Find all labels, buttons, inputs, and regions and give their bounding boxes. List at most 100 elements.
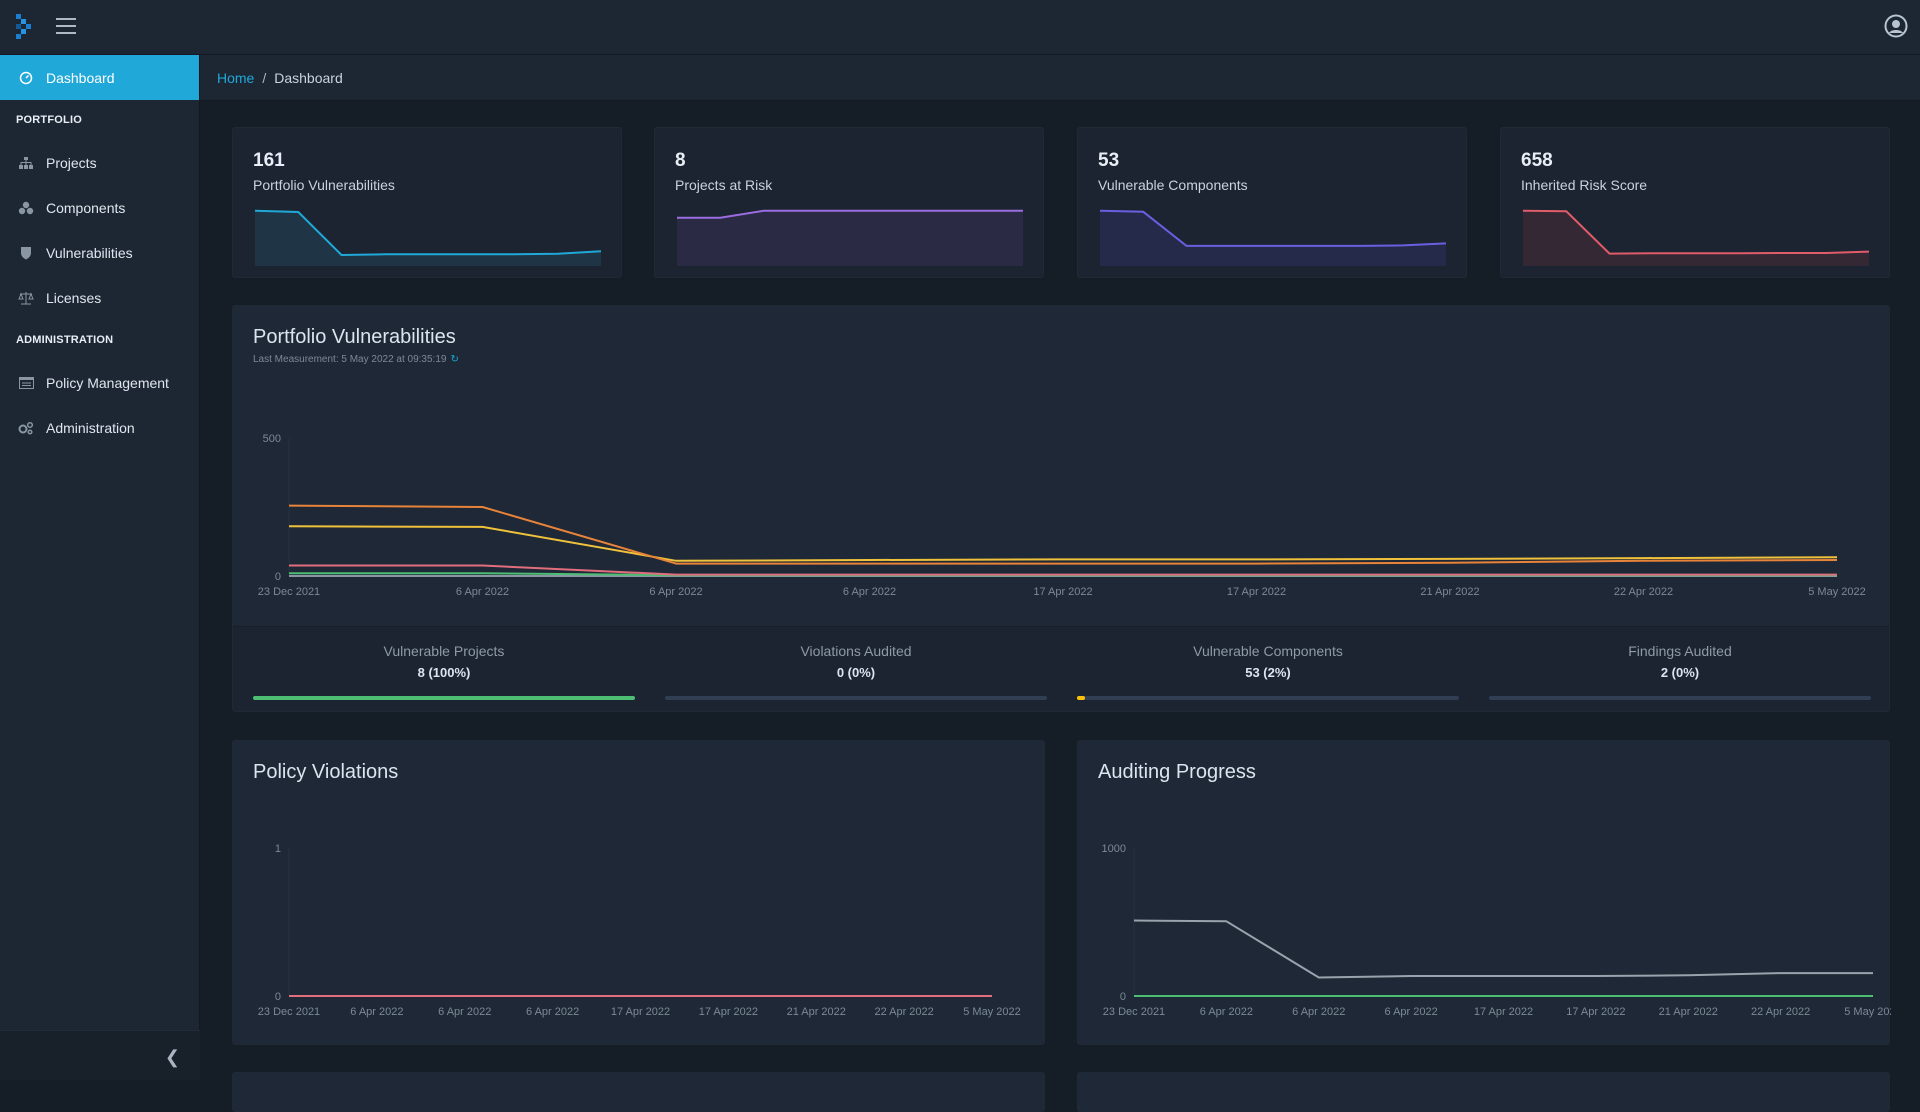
cubes-icon bbox=[18, 200, 34, 216]
y-tick-label: 1000 bbox=[1102, 843, 1126, 855]
panel-title: Portfolio Vulnerabilities bbox=[253, 326, 456, 348]
breadcrumb-separator: / bbox=[262, 69, 267, 86]
portfolio-vulnerabilities-panel: Portfolio Vulnerabilities Last Measureme… bbox=[232, 305, 1890, 712]
x-tick-label: 6 Apr 2022 bbox=[1292, 1006, 1345, 1018]
sidebar-item-components[interactable]: Components bbox=[0, 185, 199, 230]
stat-label: Findings Audited bbox=[1628, 643, 1732, 659]
x-tick-label: 5 May 2022 bbox=[1808, 586, 1865, 598]
x-tick-label: 21 Apr 2022 bbox=[1659, 1006, 1718, 1018]
shield-icon bbox=[18, 245, 34, 261]
kpi-label: Projects at Risk bbox=[675, 177, 773, 193]
kpi-sparkline bbox=[677, 209, 1023, 266]
y-tick-label: 500 bbox=[263, 433, 281, 445]
x-tick-label: 22 Apr 2022 bbox=[874, 1006, 933, 1018]
sidebar-item-vulnerabilities[interactable]: Vulnerabilities bbox=[0, 230, 199, 275]
breadcrumb: Home / Dashboard bbox=[200, 55, 1920, 101]
sidebar-item-label: Policy Management bbox=[46, 374, 169, 391]
breadcrumb-current: Dashboard bbox=[274, 69, 343, 86]
stat-value: 8 (100%) bbox=[417, 665, 471, 680]
kpi-card-inherited-risk-score: 658 Inherited Risk Score bbox=[1500, 127, 1890, 278]
sidebar-item-label: Licenses bbox=[46, 289, 102, 306]
x-tick-label: 17 Apr 2022 bbox=[1033, 586, 1092, 598]
x-tick-label: 5 May 2022 bbox=[1844, 1006, 1891, 1018]
sidebar-section-portfolio: PORTFOLIO bbox=[16, 114, 82, 126]
y-tick-label: 0 bbox=[275, 991, 281, 1003]
portfolio-vulnerabilities-chart: 0 500 23 Dec 2021 6 Apr 2022 6 Apr 2022 6 Apr… bbox=[258, 433, 1866, 598]
progress-fill bbox=[253, 696, 635, 700]
x-tick-label: 22 Apr 2022 bbox=[1614, 586, 1673, 598]
x-tick-label: 6 Apr 2022 bbox=[456, 586, 509, 598]
progress-fill bbox=[1077, 696, 1085, 700]
stat-value: 53 (2%) bbox=[1245, 665, 1291, 680]
auditing-progress-chart: 0 1000 23 Dec 2021 6 Apr 2022 6 Apr 2022 6 Ap… bbox=[1102, 843, 1891, 1018]
stat-label: Vulnerable Components bbox=[1193, 643, 1343, 659]
kpi-card-projects-at-risk: 8 Projects at Risk bbox=[654, 127, 1044, 278]
stat-value: 0 (0%) bbox=[836, 665, 876, 680]
stat-label: Violations Audited bbox=[800, 643, 912, 659]
x-tick-label: 5 May 2022 bbox=[963, 1006, 1020, 1018]
sidebar-item-licenses[interactable]: Licenses bbox=[0, 275, 199, 320]
stat-progress-bar bbox=[253, 696, 635, 700]
stat-progress-bar bbox=[665, 696, 1047, 700]
refresh-icon[interactable]: ↻ bbox=[450, 354, 458, 365]
stat-findings-audited: Findings Audited 2 (0%) bbox=[1489, 627, 1871, 700]
sidebar-item-label: Projects bbox=[46, 154, 97, 171]
x-tick-label: 17 Apr 2022 bbox=[1566, 1006, 1625, 1018]
stat-violations-audited: Violations Audited 0 (0%) bbox=[665, 627, 1047, 700]
last-measurement-text: Last Measurement: 5 May 2022 at 09:35:19 bbox=[253, 354, 447, 365]
stat-vulnerable-projects: Vulnerable Projects 8 (100%) bbox=[253, 627, 635, 700]
x-tick-label: 6 Apr 2022 bbox=[350, 1006, 403, 1018]
x-tick-label: 6 Apr 2022 bbox=[526, 1006, 579, 1018]
x-tick-label: 6 Apr 2022 bbox=[1200, 1006, 1253, 1018]
stat-progress-bar bbox=[1489, 696, 1871, 700]
sidebar-item-projects[interactable]: Projects bbox=[0, 140, 199, 185]
policy-violations-chart: 0 1 23 Dec 2021 6 Apr 2022 6 Apr 2022 6 Apr 2… bbox=[258, 843, 1021, 1018]
stat-label: Vulnerable Projects bbox=[383, 643, 505, 659]
summary-stats: Vulnerable Projects 8 (100%) Violations … bbox=[233, 626, 1889, 711]
x-tick-label: 6 Apr 2022 bbox=[843, 586, 896, 598]
y-tick-label: 0 bbox=[1120, 991, 1126, 1003]
panel-title: Auditing Progress bbox=[1098, 761, 1256, 783]
sidebar-item-policy-management[interactable]: Policy Management bbox=[0, 360, 199, 405]
kpi-label: Vulnerable Components bbox=[1098, 177, 1248, 193]
panel-title: Policy Violations bbox=[253, 761, 399, 783]
top-navbar bbox=[0, 0, 1920, 55]
x-tick-label: 17 Apr 2022 bbox=[699, 1006, 758, 1018]
x-tick-label: 17 Apr 2022 bbox=[1474, 1006, 1533, 1018]
sidebar-section-administration: ADMINISTRATION bbox=[16, 334, 114, 346]
x-tick-label: 21 Apr 2022 bbox=[787, 1006, 846, 1018]
sidebar-item-dashboard[interactable]: Dashboard bbox=[0, 55, 199, 100]
kpi-sparkline bbox=[1523, 209, 1869, 266]
dependency-track-logo[interactable] bbox=[14, 14, 36, 40]
sidebar: Dashboard PORTFOLIO Projects Components … bbox=[0, 55, 200, 1080]
y-tick-label: 0 bbox=[275, 571, 281, 583]
sidebar-item-administration[interactable]: Administration bbox=[0, 405, 199, 450]
sidebar-item-label: Vulnerabilities bbox=[46, 244, 133, 261]
sparkline-area bbox=[255, 210, 601, 266]
y-tick-label: 1 bbox=[275, 843, 281, 855]
x-tick-label: 6 Apr 2022 bbox=[1385, 1006, 1438, 1018]
cogs-icon bbox=[18, 420, 34, 436]
sidebar-collapse-bar: ❮ bbox=[0, 1030, 200, 1080]
chevron-left-icon[interactable]: ❮ bbox=[165, 1047, 180, 1068]
sitemap-icon bbox=[18, 155, 34, 171]
user-circle-icon[interactable] bbox=[1884, 14, 1908, 38]
kpi-label: Portfolio Vulnerabilities bbox=[253, 177, 395, 193]
kpi-value: 161 bbox=[253, 150, 285, 171]
sparkline-area bbox=[677, 210, 1023, 266]
hamburger-icon[interactable] bbox=[56, 18, 76, 34]
x-tick-label: 17 Apr 2022 bbox=[611, 1006, 670, 1018]
kpi-value: 53 bbox=[1098, 150, 1120, 171]
sidebar-item-label: Administration bbox=[46, 419, 135, 436]
kpi-label: Inherited Risk Score bbox=[1521, 177, 1648, 193]
list-alt-icon bbox=[18, 375, 34, 391]
speedometer-icon bbox=[18, 70, 34, 86]
x-tick-label: 6 Apr 2022 bbox=[438, 1006, 491, 1018]
balance-scale-icon bbox=[18, 290, 34, 306]
kpi-card-portfolio-vulnerabilities: 161 Portfolio Vulnerabilities bbox=[232, 127, 622, 278]
stat-progress-bar bbox=[1077, 696, 1459, 700]
last-measurement: Last Measurement: 5 May 2022 at 09:35:19… bbox=[253, 354, 459, 365]
x-tick-label: 23 Dec 2021 bbox=[258, 586, 320, 598]
breadcrumb-home-link[interactable]: Home bbox=[217, 70, 254, 86]
auditing-progress-panel: Auditing Progress 0 1000 23 Dec 2021 6 Apr … bbox=[1077, 740, 1891, 1045]
